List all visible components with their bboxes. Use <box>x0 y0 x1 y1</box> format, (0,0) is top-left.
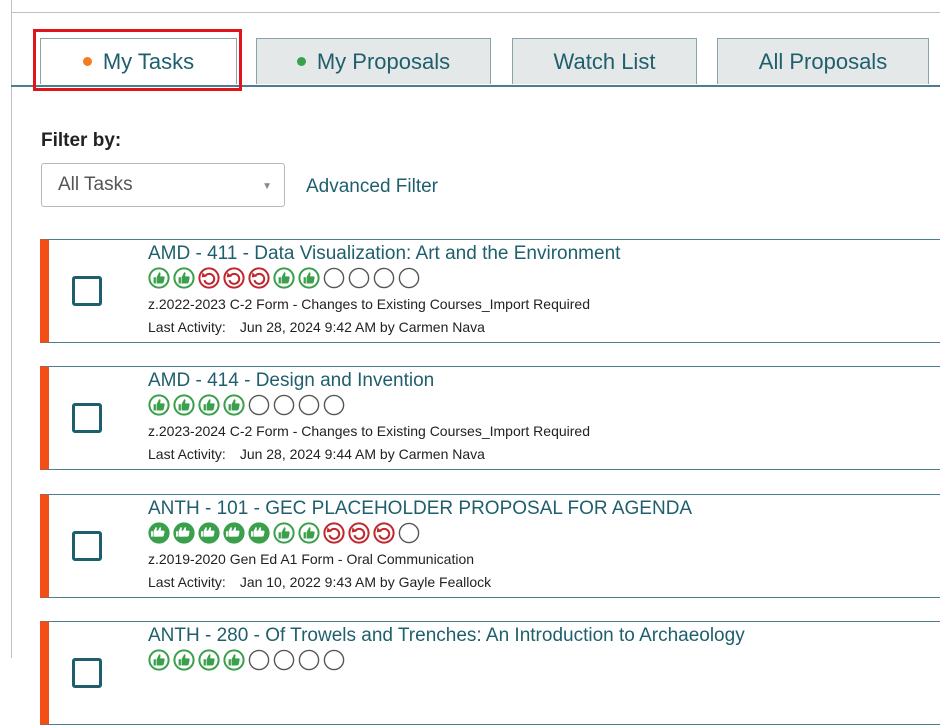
approval-status-icons <box>148 394 348 416</box>
rollback-icon <box>348 522 370 544</box>
green-dot-icon <box>296 57 306 66</box>
empty-circle-icon <box>298 649 320 671</box>
caret-down-icon: ▼ <box>262 181 272 192</box>
thumbs-up-icon <box>148 267 170 289</box>
last-activity-label: Last Activity: <box>148 446 226 462</box>
last-activity: Last Activity: Jan 10, 2022 9:43 AM by Ga… <box>148 574 491 590</box>
tab-watch-list[interactable]: Watch List <box>512 38 697 84</box>
empty-circle-icon <box>323 394 345 416</box>
last-activity-label: Last Activity: <box>148 319 226 335</box>
task-checkbox[interactable] <box>72 658 102 688</box>
thumbs-up-icon <box>148 649 170 671</box>
panel-left-border <box>11 0 12 658</box>
task-title-link[interactable]: ANTH - 101 - GEC PLACEHOLDER PROPOSAL FO… <box>148 498 692 520</box>
tab-all-proposals[interactable]: All Proposals <box>717 38 929 84</box>
thumbs-up-icon <box>298 267 320 289</box>
tab-bar-divider <box>11 85 940 87</box>
thumbs-up-icon <box>273 267 295 289</box>
last-activity-label: Last Activity: <box>148 574 226 590</box>
thumbs-up-icon <box>298 522 320 544</box>
double-thumbs-up-icon <box>223 522 245 544</box>
task-form-name: z.2022-2023 C-2 Form - Changes to Existi… <box>148 296 590 312</box>
filter-label: Filter by: <box>41 130 122 151</box>
empty-circle-icon <box>323 649 345 671</box>
rollback-icon <box>223 267 245 289</box>
empty-circle-icon <box>323 267 345 289</box>
task-title-link[interactable]: ANTH - 280 - Of Trowels and Trenches: An… <box>148 625 745 647</box>
thumbs-up-icon <box>198 394 220 416</box>
empty-circle-icon <box>373 267 395 289</box>
last-activity-value: Jan 10, 2022 9:43 AM by Gayle Feallock <box>239 574 492 590</box>
task-form-name: z.2023-2024 C-2 Form - Changes to Existi… <box>148 423 590 439</box>
empty-circle-icon <box>398 267 420 289</box>
empty-circle-icon <box>398 522 420 544</box>
tab-label: My Tasks <box>102 48 195 74</box>
approval-status-icons <box>148 522 423 544</box>
empty-circle-icon <box>273 394 295 416</box>
tab-label: All Proposals <box>758 48 888 74</box>
thumbs-up-icon <box>148 394 170 416</box>
empty-circle-icon <box>348 267 370 289</box>
double-thumbs-up-icon <box>248 522 270 544</box>
tab-label: My Proposals <box>316 48 451 74</box>
thumbs-up-icon <box>223 649 245 671</box>
empty-circle-icon <box>298 394 320 416</box>
last-activity-value: Jun 28, 2024 9:44 AM by Carmen Nava <box>239 446 485 462</box>
tab-my-tasks[interactable]: My Tasks <box>40 38 237 84</box>
tab-label: Watch List <box>553 48 656 74</box>
thumbs-up-icon <box>173 394 195 416</box>
orange-dot-icon <box>82 57 92 66</box>
thumbs-up-icon <box>173 267 195 289</box>
task-card: AMD - 414 - Design and Invention z.2023-… <box>40 366 940 470</box>
panel-top-border <box>11 12 940 13</box>
task-filter-select[interactable]: All Tasks ▼ <box>41 163 285 207</box>
double-thumbs-up-icon <box>198 522 220 544</box>
task-card: ANTH - 280 - Of Trowels and Trenches: An… <box>40 621 940 725</box>
thumbs-up-icon <box>173 649 195 671</box>
last-activity-value: Jun 28, 2024 9:42 AM by Carmen Nava <box>239 319 485 335</box>
approval-status-icons <box>148 649 348 671</box>
rollback-icon <box>198 267 220 289</box>
empty-circle-icon <box>248 649 270 671</box>
last-activity: Last Activity: Jun 28, 2024 9:42 AM by Ca… <box>148 319 485 335</box>
double-thumbs-up-icon <box>173 522 195 544</box>
double-thumbs-up-icon <box>148 522 170 544</box>
last-activity: Last Activity: Jun 28, 2024 9:44 AM by Ca… <box>148 446 485 462</box>
rollback-icon <box>373 522 395 544</box>
task-checkbox[interactable] <box>72 276 102 306</box>
task-title-link[interactable]: AMD - 411 - Data Visualization: Art and … <box>148 243 620 265</box>
empty-circle-icon <box>248 394 270 416</box>
advanced-filter-link[interactable]: Advanced Filter <box>306 176 438 198</box>
thumbs-up-icon <box>273 522 295 544</box>
task-card: AMD - 411 - Data Visualization: Art and … <box>40 239 940 343</box>
rollback-icon <box>248 267 270 289</box>
empty-circle-icon <box>273 649 295 671</box>
task-checkbox[interactable] <box>72 531 102 561</box>
filter-selected-value: All Tasks <box>58 174 133 195</box>
approval-status-icons <box>148 267 423 289</box>
rollback-icon <box>323 522 345 544</box>
task-card: ANTH - 101 - GEC PLACEHOLDER PROPOSAL FO… <box>40 494 940 598</box>
tab-my-proposals[interactable]: My Proposals <box>256 38 491 84</box>
task-title-link[interactable]: AMD - 414 - Design and Invention <box>148 370 434 392</box>
task-checkbox[interactable] <box>72 403 102 433</box>
thumbs-up-icon <box>223 394 245 416</box>
task-form-name: z.2019-2020 Gen Ed A1 Form - Oral Commun… <box>148 551 475 567</box>
thumbs-up-icon <box>198 649 220 671</box>
